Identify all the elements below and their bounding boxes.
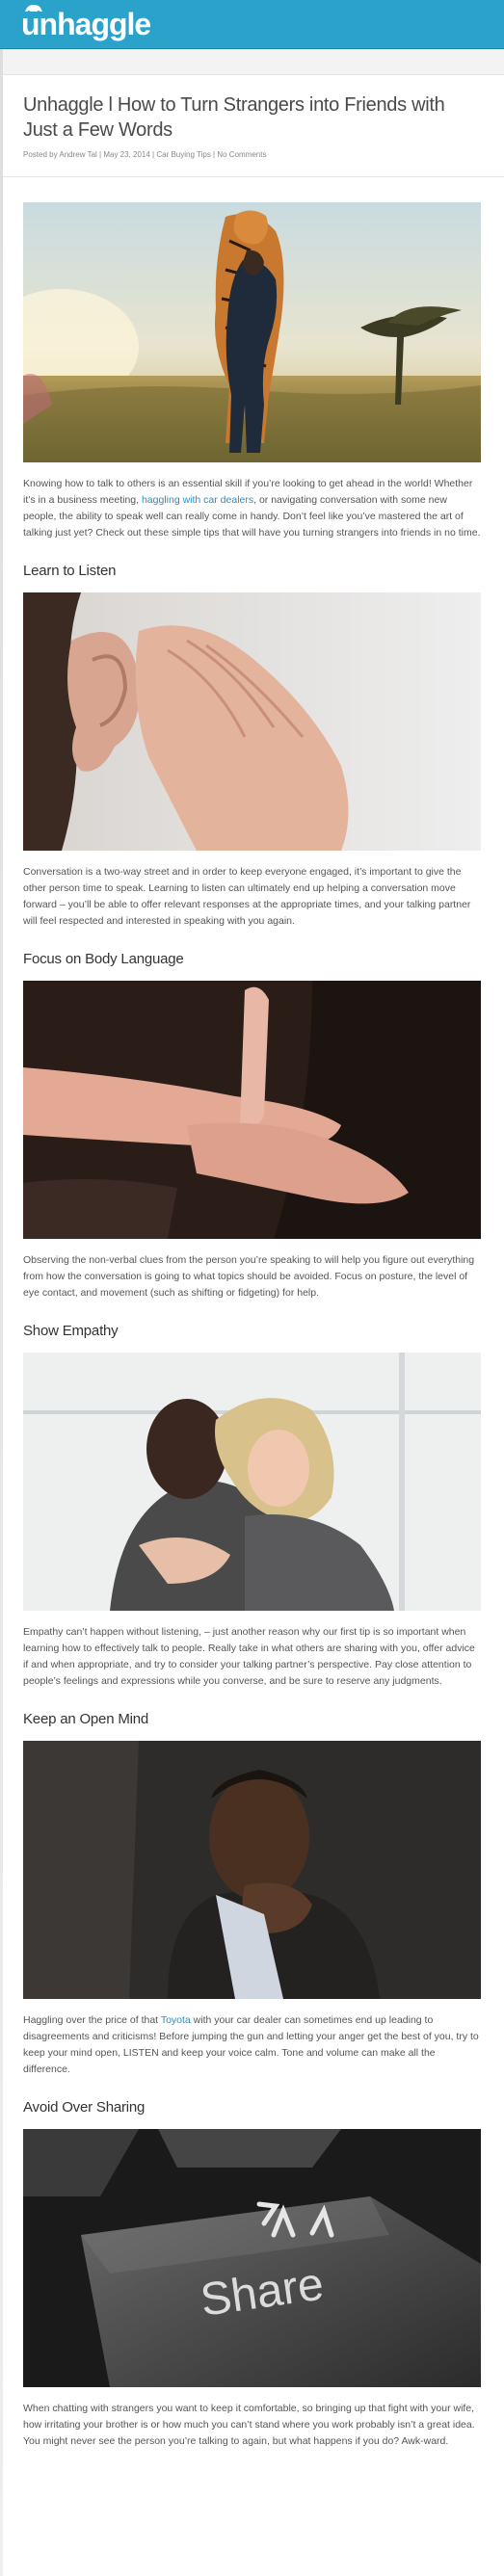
comments-link[interactable]: No Comments	[217, 150, 266, 159]
section-heading-listen: Learn to Listen	[23, 563, 117, 579]
image-share-key: Share	[23, 2129, 481, 2387]
category-link[interactable]: Car Buying Tips	[156, 150, 210, 159]
section-text-open-mind: Haggling over the price of that Toyota w…	[23, 2012, 481, 2078]
nav-bar	[0, 49, 504, 75]
author: Posted by Andrew Tal	[23, 150, 97, 159]
section-heading-open-mind: Keep an Open Mind	[23, 1711, 149, 1727]
article-body: Knowing how to talk to others is an esse…	[0, 202, 504, 2450]
site-logo[interactable]: unhaggle	[21, 6, 151, 42]
hero-image-tiger-hug	[23, 202, 481, 462]
article-title: Unhaggle l How to Turn Strangers into Fr…	[23, 94, 445, 141]
section-heading-empathy: Show Empathy	[23, 1323, 119, 1339]
image-thinking-man	[23, 1741, 481, 1999]
section-text-body-language: Observing the non-verbal clues from the …	[23, 1254, 475, 1299]
toyota-link[interactable]: Toyota	[161, 2014, 191, 2026]
intro-paragraph: Knowing how to talk to others is an esse…	[23, 476, 481, 541]
section-text-over-sharing: When chatting with strangers you want to…	[23, 2403, 475, 2447]
article-meta: Posted by Andrew Tal | May 23, 2014 | Ca…	[23, 150, 267, 159]
section-heading-body-language: Focus on Body Language	[23, 951, 184, 967]
section-heading-over-sharing: Avoid Over Sharing	[23, 2099, 146, 2116]
page-edge	[0, 0, 3, 2576]
section-text-listen: Conversation is a two-way street and in …	[23, 866, 471, 927]
article-header: Unhaggle l How to Turn Strangers into Fr…	[0, 75, 504, 177]
site-header: unhaggle	[0, 0, 504, 49]
post-date: May 23, 2014	[103, 150, 150, 159]
image-hug	[23, 1353, 481, 1611]
image-ear-listening	[23, 592, 481, 851]
image-hands-gesture	[23, 981, 481, 1239]
section-text-empathy: Empathy can’t happen without listening, …	[23, 1626, 475, 1687]
open-mind-text-1: Haggling over the price of that	[23, 2014, 161, 2026]
haggling-link[interactable]: haggling with car dealers	[142, 494, 253, 506]
